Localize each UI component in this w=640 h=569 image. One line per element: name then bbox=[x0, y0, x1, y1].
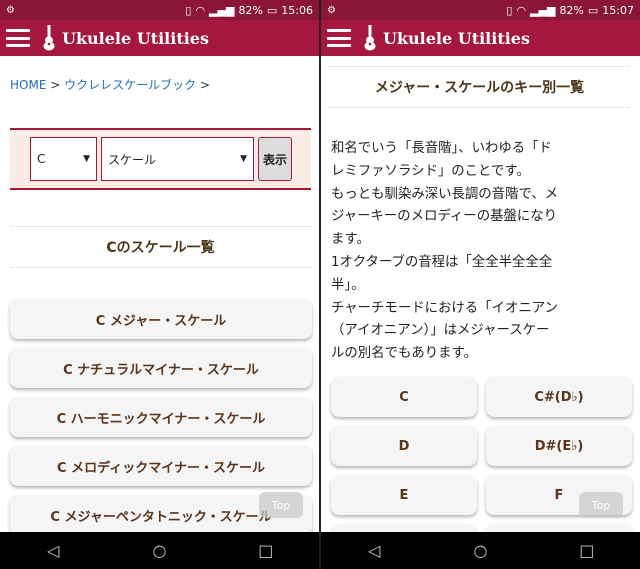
scale-description: 和名でいう「長音階」、いわゆる「ド レミファソラシド」のことです。 もっとも馴染… bbox=[331, 138, 631, 366]
app-bar: Ukulele Utilities bbox=[321, 20, 640, 56]
vibrate-icon: ▯ bbox=[506, 3, 513, 17]
breadcrumb-separator: > bbox=[50, 78, 61, 92]
status-bar: ⚙ ▯ ◠ ▂▄▆ 82% ▭ 15:06 bbox=[0, 0, 319, 20]
notification-icon: ⚙ bbox=[327, 4, 336, 16]
scale-button[interactable]: C メジャー・スケール bbox=[10, 299, 312, 339]
breadcrumb-home[interactable]: HOME bbox=[10, 78, 46, 92]
breadcrumb-separator: > bbox=[199, 78, 211, 92]
vibrate-icon: ▯ bbox=[185, 3, 192, 17]
key-button-d-sharp[interactable]: D#(E♭) bbox=[486, 426, 632, 466]
description-line: もっとも馴染み深い長調の音階で、メ bbox=[331, 186, 559, 202]
signal-icon: ▂▄▆ bbox=[530, 3, 556, 17]
description-line: ルの別名でもあります。 bbox=[331, 346, 477, 362]
section-title: Cのスケール一覧 bbox=[10, 226, 311, 268]
key-button-partial[interactable] bbox=[486, 524, 632, 532]
key-button-c-sharp[interactable]: C#(D♭) bbox=[486, 377, 632, 417]
description-line: ます。 bbox=[331, 232, 370, 248]
description-line: レミファソラシド」のことです。 bbox=[331, 163, 530, 179]
nav-bar: ◁ ○ □ bbox=[321, 532, 640, 569]
battery-icon: ▭ bbox=[587, 3, 599, 17]
description-line: 和名でいう「長音階」、いわゆる「ド bbox=[331, 141, 552, 156]
page-content: メジャー・スケールのキー別一覧 和名でいう「長音階」、いわゆる「ド レミファソラ… bbox=[321, 56, 640, 532]
show-button[interactable]: 表示 bbox=[258, 137, 292, 181]
breadcrumb-scalebook[interactable]: ウクレレスケールブック bbox=[64, 78, 196, 92]
key-button-e[interactable]: E bbox=[331, 475, 477, 515]
type-select[interactable]: スケール ▼ bbox=[101, 137, 254, 181]
clock: 15:07 bbox=[602, 3, 634, 17]
breadcrumb: HOME > ウクレレスケールブック > bbox=[10, 76, 210, 93]
battery-percent: 82% bbox=[559, 3, 584, 17]
recents-icon[interactable]: □ bbox=[567, 541, 607, 560]
key-button-partial[interactable] bbox=[331, 524, 477, 532]
scale-selector: C ▼ スケール ▼ 表示 bbox=[10, 128, 311, 190]
signal-icon: ▂▄▆ bbox=[209, 3, 235, 17]
key-button-c[interactable]: C bbox=[331, 377, 477, 417]
scroll-top-button[interactable]: Top bbox=[579, 492, 623, 518]
wifi-icon: ◠ bbox=[195, 3, 206, 17]
battery-percent: 82% bbox=[238, 3, 263, 17]
app-title[interactable]: Ukulele Utilities bbox=[383, 29, 530, 48]
ukulele-icon bbox=[364, 25, 376, 51]
description-line: 1オクターブの音程は「全全半全全全 bbox=[331, 254, 553, 270]
section-title: メジャー・スケールのキー別一覧 bbox=[329, 66, 630, 108]
menu-icon[interactable] bbox=[327, 29, 351, 47]
scale-button[interactable]: C ハーモニックマイナー・スケール bbox=[10, 397, 312, 437]
key-button-d[interactable]: D bbox=[331, 426, 477, 466]
description-line: チャーチモードにおける「イオニアン bbox=[331, 300, 558, 316]
back-icon[interactable]: ◁ bbox=[33, 541, 73, 560]
back-icon[interactable]: ◁ bbox=[354, 541, 394, 560]
battery-icon: ▭ bbox=[266, 3, 278, 17]
right-screen: ⚙ ▯ ◠ ▂▄▆ 82% ▭ 15:07 Ukulele Utilities … bbox=[321, 0, 640, 569]
scroll-top-button[interactable]: Top bbox=[259, 492, 303, 518]
description-line: 半」。 bbox=[331, 277, 365, 293]
dropdown-arrow-icon: ▼ bbox=[240, 154, 247, 164]
ukulele-icon bbox=[43, 25, 55, 51]
page-content: HOME > ウクレレスケールブック > C ▼ スケール ▼ 表示 Cのスケー… bbox=[0, 56, 319, 532]
description-line: ジャーキーのメロディーの基盤になり bbox=[331, 209, 558, 225]
status-bar: ⚙ ▯ ◠ ▂▄▆ 82% ▭ 15:07 bbox=[321, 0, 640, 20]
scale-button[interactable]: C メロディックマイナー・スケール bbox=[10, 446, 312, 486]
app-title[interactable]: Ukulele Utilities bbox=[62, 29, 209, 48]
wifi-icon: ◠ bbox=[516, 3, 527, 17]
nav-bar: ◁ ○ □ bbox=[0, 532, 319, 569]
key-select[interactable]: C ▼ bbox=[30, 137, 97, 181]
left-screen: ⚙ ▯ ◠ ▂▄▆ 82% ▭ 15:06 Ukulele Utilities … bbox=[0, 0, 319, 569]
dropdown-arrow-icon: ▼ bbox=[83, 154, 90, 164]
home-icon[interactable]: ○ bbox=[139, 541, 179, 560]
menu-icon[interactable] bbox=[6, 29, 30, 47]
home-icon[interactable]: ○ bbox=[460, 541, 500, 560]
key-select-value: C bbox=[37, 152, 46, 166]
recents-icon[interactable]: □ bbox=[246, 541, 286, 560]
clock: 15:06 bbox=[281, 3, 313, 17]
app-bar: Ukulele Utilities bbox=[0, 20, 319, 56]
description-line: （アイオニアン）」はメジャースケー bbox=[331, 323, 550, 339]
scale-button[interactable]: C ナチュラルマイナー・スケール bbox=[10, 348, 312, 388]
type-select-value: スケール bbox=[108, 152, 157, 167]
notification-icon: ⚙ bbox=[6, 4, 15, 16]
